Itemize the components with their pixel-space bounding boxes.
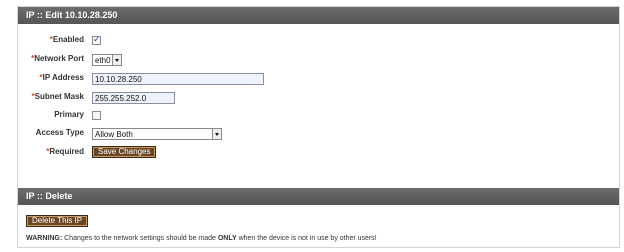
save-changes-button[interactable]: Save Changes	[92, 146, 157, 158]
edit-section-title: IP :: Edit 10.10.28.250	[26, 10, 118, 20]
network-port-row: *Network Port eth0	[18, 52, 619, 68]
required-label-text: Required	[49, 147, 84, 156]
network-port-label-text: Network Port	[34, 54, 84, 63]
chevron-down-icon[interactable]	[112, 55, 121, 65]
warning-label: WARNING:	[26, 235, 63, 242]
warning-text-2: when the device is not in use by other u…	[236, 235, 377, 242]
ip-address-row: *IP Address	[18, 71, 619, 87]
ip-address-input[interactable]	[92, 73, 264, 85]
subnet-mask-label-text: Subnet Mask	[34, 92, 84, 101]
primary-row: Primary	[18, 108, 619, 124]
required-label: *Required	[46, 147, 84, 156]
network-port-label: *Network Port	[31, 54, 84, 63]
chevron-down-icon[interactable]	[212, 129, 221, 139]
primary-checkbox[interactable]	[92, 109, 101, 120]
subnet-mask-row: *Subnet Mask	[18, 90, 619, 106]
enabled-row: *Enabled ✓	[18, 33, 619, 49]
required-row: *Required Save Changes	[18, 145, 619, 161]
enabled-label-text: Enabled	[52, 35, 84, 44]
access-type-value: Allow Both	[95, 129, 133, 139]
delete-area: Delete This IP WARNING: Changes to the n…	[18, 205, 619, 251]
enabled-checkbox[interactable]: ✓	[92, 34, 101, 45]
access-type-row: Access Type Allow Both	[18, 126, 619, 142]
warning-message: WARNING: Changes to the network settings…	[26, 235, 377, 242]
edit-section-header: IP :: Edit 10.10.28.250	[18, 7, 619, 24]
subnet-mask-input[interactable]	[92, 92, 175, 104]
delete-ip-button[interactable]: Delete This IP	[26, 215, 89, 227]
warning-text-1: Changes to the network settings should b…	[62, 235, 218, 242]
ip-edit-panel: IP :: Edit 10.10.28.250 *Enabled ✓ *Netw…	[17, 6, 620, 248]
network-port-select[interactable]: eth0	[92, 54, 122, 66]
subnet-mask-label: *Subnet Mask	[32, 92, 84, 101]
enabled-label: *Enabled	[50, 35, 84, 44]
access-type-select[interactable]: Allow Both	[92, 128, 222, 140]
checkbox-box[interactable]	[92, 111, 101, 120]
ip-address-label-text: IP Address	[42, 73, 84, 82]
network-port-value: eth0	[95, 55, 111, 65]
check-icon: ✓	[93, 34, 101, 44]
checkbox-box[interactable]: ✓	[92, 34, 101, 45]
delete-section-title: IP :: Delete	[26, 191, 73, 201]
ip-address-label: *IP Address	[40, 73, 84, 82]
access-type-label: Access Type	[35, 128, 84, 137]
warning-emphasis: ONLY	[217, 235, 237, 242]
delete-section-header: IP :: Delete	[18, 188, 619, 205]
ip-edit-form: *Enabled ✓ *Network Port eth0 *IP Addres…	[18, 24, 619, 188]
primary-label: Primary	[54, 110, 84, 119]
